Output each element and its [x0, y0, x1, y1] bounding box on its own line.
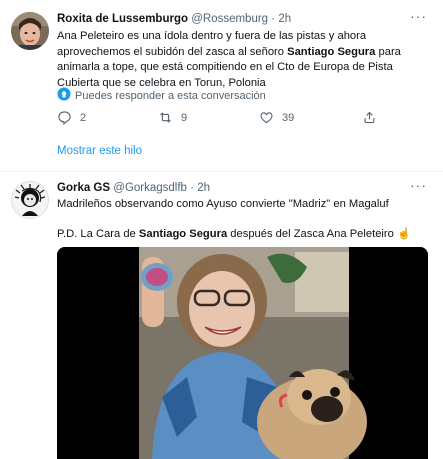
reply-count: 2: [80, 111, 87, 124]
like-button[interactable]: 39: [259, 110, 294, 125]
author-name[interactable]: Roxita de Lussemburgo: [57, 13, 188, 25]
retweet-button[interactable]: 9: [158, 110, 187, 125]
author-name[interactable]: Gorka GS: [57, 182, 110, 194]
avatar-image: [11, 12, 49, 50]
more-options-icon[interactable]: ···: [410, 177, 427, 193]
separator: ·: [271, 13, 276, 25]
author-handle[interactable]: @Gorkagsdlfb: [113, 182, 187, 194]
more-options-icon[interactable]: ···: [410, 8, 427, 24]
mention-bold: Santiago Segura: [287, 45, 376, 58]
heart-icon: [260, 112, 273, 124]
tweet-actions: 2 9 39: [57, 110, 427, 128]
share-button[interactable]: [362, 110, 377, 125]
timestamp[interactable]: 2h: [278, 13, 291, 25]
reply-button[interactable]: 2: [57, 110, 86, 125]
tweet-text-line-1: Madrileños observando como Ayuso convier…: [57, 198, 389, 210]
tweet-text-line-2: P.D. La Cara de Santiago Segura después …: [57, 228, 411, 240]
author-handle[interactable]: @Rossemburg: [191, 13, 268, 25]
pointing-up-emoji: ☝: [396, 228, 411, 240]
like-count: 39: [282, 111, 295, 124]
tweet-text: Ana Peleteiro es una ídola dentro y fuer…: [57, 30, 401, 89]
reply-icon: [58, 111, 71, 125]
avatar-image: [12, 182, 48, 218]
avatar[interactable]: [11, 181, 49, 219]
timestamp[interactable]: 2h: [197, 182, 210, 194]
tweet-1[interactable]: Roxita de Lussemburgo @Rossemburg · 2h ·…: [0, 0, 443, 170]
video-frame: [57, 247, 428, 459]
share-icon: [364, 111, 375, 124]
at-sign-icon: [57, 87, 71, 104]
retweet-count: 9: [181, 111, 188, 124]
reply-permission-note: Puedes responder a esta conversación: [57, 87, 266, 104]
separator: ·: [190, 182, 194, 194]
video-player[interactable]: [57, 247, 428, 459]
mention-bold: Santiago Segura: [138, 228, 228, 240]
show-thread-link[interactable]: Mostrar este hilo: [57, 145, 142, 157]
retweet-icon: [160, 112, 171, 123]
avatar[interactable]: [11, 12, 49, 50]
